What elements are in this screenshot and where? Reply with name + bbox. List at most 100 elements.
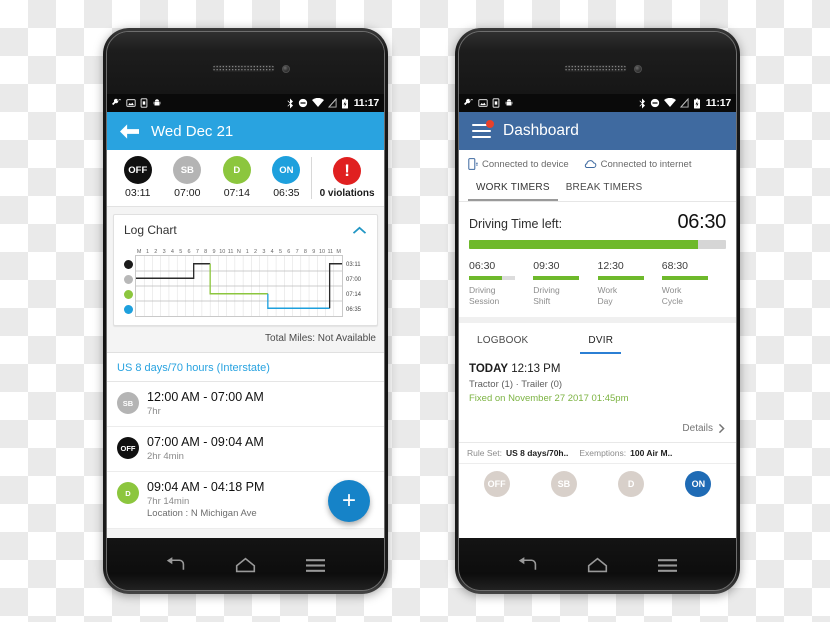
signal-icon — [327, 98, 337, 108]
mini-bar-track — [533, 276, 580, 280]
screen-right: 11:17 Dashboard Connected to device Conn… — [459, 94, 736, 538]
entry-location: Location : N Michigan Ave — [147, 508, 257, 519]
driving-time-label: Driving Time left: — [469, 217, 563, 231]
earpiece-speaker-icon — [212, 65, 275, 72]
battery-icon — [693, 98, 700, 108]
log-chart-graph: M 1 2 3 4 5 6 7 8 9 10 11 N 1 2 3 4 5 6 7 8 9 10 11 M — [114, 242, 377, 325]
driving-timer-block: Driving Time left: 06:30 06:30 Driving S… — [459, 202, 736, 318]
chart-row-total: 07:00 — [346, 276, 362, 283]
rule-set-link[interactable]: US 8 days/70 hours (Interstate) — [107, 353, 384, 382]
wifi-icon — [663, 98, 676, 107]
duty-badge-d[interactable]: D — [222, 156, 251, 184]
dvir-vehicle-counts: Tractor (1) · Trailer (0) — [469, 379, 563, 391]
home-icon[interactable] — [235, 557, 256, 573]
battery-icon — [341, 98, 348, 108]
status-button-on-wrap: ON — [665, 471, 732, 498]
chevron-up-icon[interactable] — [352, 226, 367, 235]
hamburger-icon[interactable] — [472, 120, 494, 138]
mini-caption-1: Work — [661, 285, 682, 295]
chart-row-total: 06:35 — [346, 306, 362, 313]
log-chart-header[interactable]: Log Chart — [114, 215, 377, 242]
wrench-icon — [112, 98, 122, 106]
list-item[interactable]: SB 12:00 AM - 07:00 AM 7hr — [107, 382, 384, 427]
sim-card-icon — [140, 98, 148, 108]
dvir-today-time: 12:13 PM — [511, 363, 561, 376]
log-chart-tick-labels: M 1 2 3 4 5 6 7 8 9 10 11 N 1 2 3 4 5 6 7 8 9 10 11 M — [135, 244, 343, 255]
exemptions-key: Exemptions: — [579, 448, 627, 459]
tab-break-timers[interactable]: BREAK TIMERS — [558, 177, 651, 201]
mini-bar-fill — [469, 276, 503, 280]
duty-badge-on[interactable]: ON — [272, 156, 301, 184]
mini-caption-2: Day — [597, 295, 613, 306]
mini-timer-driving-shift: 09:30 Driving Shift — [533, 260, 597, 306]
mini-bar-track — [469, 276, 515, 280]
notification-badge-dot — [486, 120, 494, 128]
back-arrow-icon[interactable] — [120, 123, 139, 139]
back-icon[interactable] — [166, 557, 185, 573]
app-bar-right: Dashboard — [459, 112, 736, 150]
log-chart-title: Log Chart — [124, 223, 177, 237]
row-dot-on — [124, 305, 133, 314]
bluetooth-icon — [287, 98, 293, 108]
recents-icon[interactable] — [306, 558, 325, 573]
wifi-icon — [311, 98, 324, 107]
violations-indicator[interactable]: ! 0 violations — [311, 156, 378, 199]
entry-range: 12:00 AM - 07:00 AM — [147, 390, 264, 404]
dvir-details-button[interactable]: Details — [459, 410, 736, 443]
driving-timer-header: Driving Time left: 06:30 — [469, 211, 726, 234]
status-bar-clock: 11:17 — [353, 97, 379, 109]
phone-inner-left: 11:17 Wed Dec 21 OFF 03:11 SB 07:00 D 07… — [106, 31, 385, 591]
status-button-off-wrap: OFF — [463, 471, 530, 498]
home-icon[interactable] — [587, 557, 608, 573]
cloud-icon — [584, 160, 596, 168]
duty-status-off[interactable]: OFF 03:11 — [113, 156, 163, 199]
page-title: Wed Dec 21 — [151, 122, 234, 140]
add-log-button[interactable]: + — [328, 480, 370, 522]
status-button-off[interactable]: OFF — [483, 471, 510, 498]
status-button-d-wrap: D — [598, 471, 665, 498]
rule-set-row[interactable]: Rule Set: US 8 days/70h.. Exemptions: 10… — [459, 442, 736, 464]
duty-status-d[interactable]: D 07:14 — [212, 156, 262, 199]
entry-duration: 7hr — [147, 406, 161, 417]
connected-to-device: Connected to device — [468, 158, 569, 170]
duty-status-on[interactable]: ON 06:35 — [262, 156, 312, 199]
duty-badge-off[interactable]: OFF — [123, 156, 152, 184]
mini-value: 06:30 — [469, 260, 496, 272]
android-icon — [153, 98, 161, 106]
status-button-d[interactable]: D — [618, 471, 645, 498]
entry-range: 07:00 AM - 09:04 AM — [147, 435, 264, 449]
sim-card-icon — [492, 98, 500, 108]
duty-badge-sb[interactable]: SB — [173, 156, 202, 184]
total-miles-text: Total Miles: Not Available — [265, 333, 376, 344]
left-content-scroll[interactable]: Log Chart M 1 2 3 4 5 6 7 8 9 10 11 N 1 2 3 4 5 6 7 8 9 10 11 M — [107, 207, 384, 538]
connected-to-internet: Connected to internet — [583, 159, 691, 170]
front-camera-icon — [281, 65, 290, 73]
phone-top-bezel-left — [107, 32, 384, 94]
mini-bar-track — [597, 276, 644, 280]
list-item[interactable]: OFF 07:00 AM - 09:04 AM 2hr 4min — [107, 427, 384, 472]
app-bar-left: Wed Dec 21 — [107, 112, 384, 150]
dvir-today-label: TODAY — [469, 363, 508, 376]
log-chart-row-dots — [122, 244, 135, 317]
status-button-on[interactable]: ON — [685, 471, 712, 498]
tab-dvir[interactable]: DVIR — [580, 330, 622, 355]
duty-time-d: 07:14 — [223, 187, 250, 199]
details-label: Details — [682, 423, 713, 435]
earpiece-speaker-icon — [564, 65, 627, 72]
chart-row-total: 07:14 — [346, 291, 362, 298]
back-icon[interactable] — [518, 557, 537, 573]
logbook-dvir-tabs: LOGBOOK DVIR — [459, 317, 736, 355]
phone-top-bezel-right — [459, 32, 736, 94]
log-chart-row-totals: 03:11 07:00 07:14 06:35 — [343, 244, 369, 317]
phone-inner-right: 11:17 Dashboard Connected to device Conn… — [458, 31, 737, 591]
recents-icon[interactable] — [658, 558, 677, 573]
android-icon — [505, 98, 513, 106]
mini-value: 12:30 — [597, 260, 624, 272]
violations-label: 0 violations — [319, 187, 375, 199]
tab-work-timers[interactable]: WORK TIMERS — [468, 177, 558, 201]
mini-caption-1: Work — [597, 285, 618, 295]
log-chart-svg — [136, 256, 342, 316]
tab-logbook[interactable]: LOGBOOK — [469, 330, 536, 354]
duty-status-sb[interactable]: SB 07:00 — [163, 156, 213, 199]
status-button-sb[interactable]: SB — [550, 471, 577, 498]
